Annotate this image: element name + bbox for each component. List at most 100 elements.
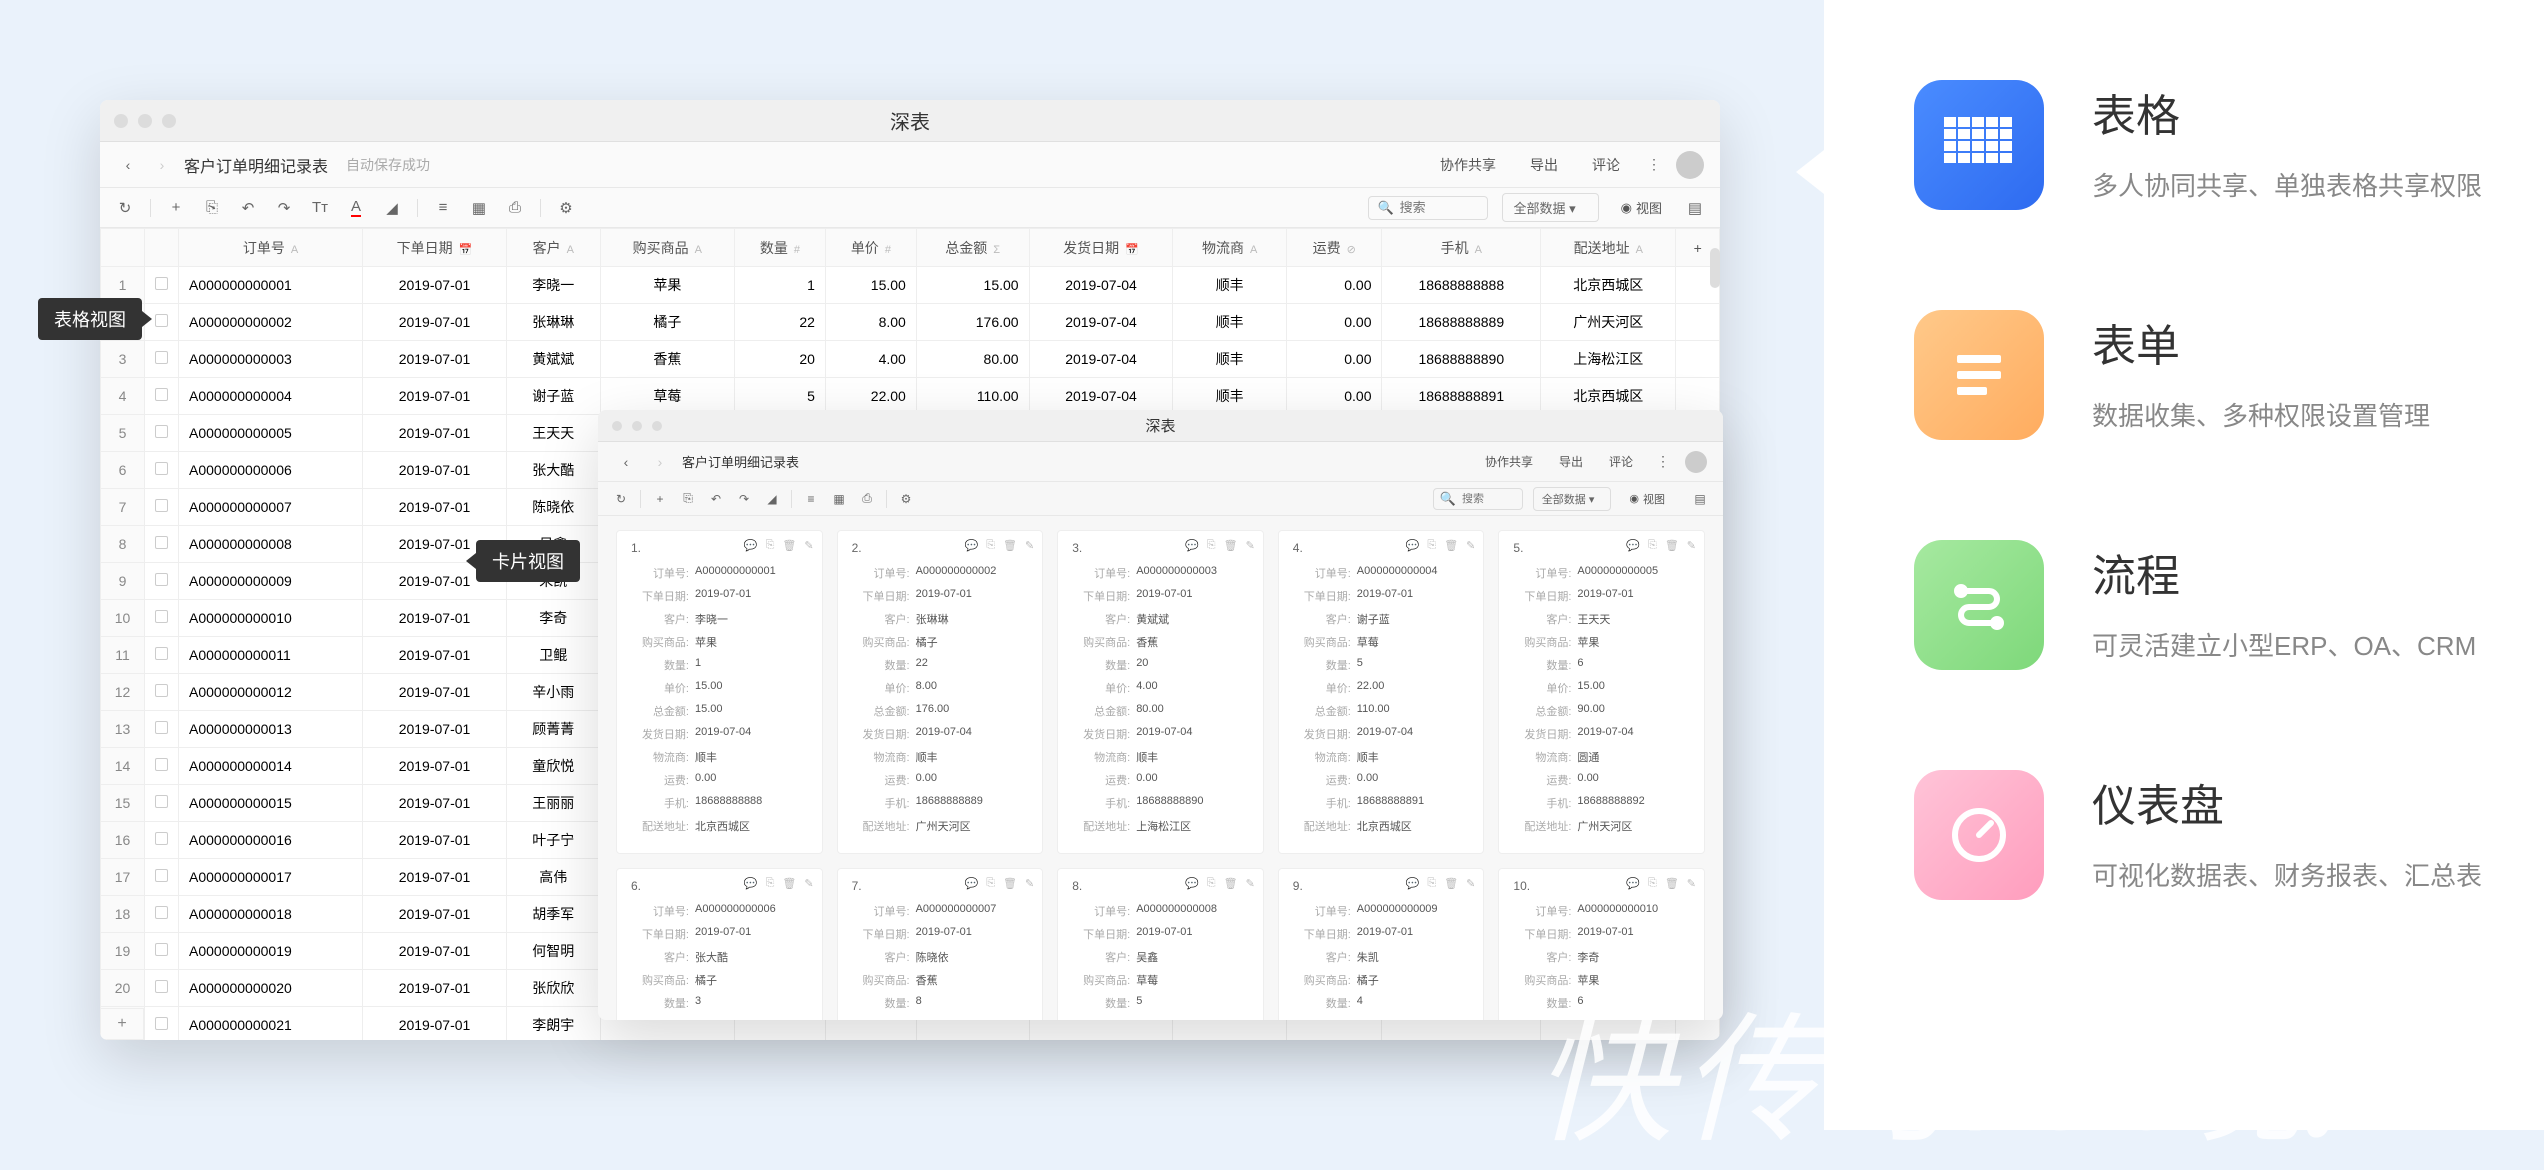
cell-qty[interactable]: 20 (735, 341, 826, 378)
delete-icon[interactable]: 🗑 (1224, 539, 1238, 552)
print-icon[interactable]: ⎙ (504, 197, 526, 219)
data-filter-select[interactable]: 全部数据 ▾ (1533, 487, 1612, 511)
edit-icon[interactable]: ✎ (804, 539, 813, 552)
cell-date[interactable]: 2019-07-01 (363, 896, 507, 933)
row-checkbox[interactable] (145, 822, 179, 859)
cell-date[interactable]: 2019-07-01 (363, 415, 507, 452)
traffic-lights[interactable] (114, 114, 176, 128)
row-checkbox[interactable] (145, 859, 179, 896)
cell-carrier[interactable]: 顺丰 (1173, 378, 1287, 415)
fill-color-icon[interactable]: ◢ (381, 197, 403, 219)
cell-cust[interactable]: 叶子宁 (506, 822, 600, 859)
copy-icon[interactable]: ⎘ (1427, 877, 1436, 890)
row-checkbox[interactable] (145, 378, 179, 415)
cell-qty[interactable]: 5 (735, 378, 826, 415)
feature-dashboard[interactable]: 仪表盘 可视化数据表、财务报表、汇总表 (1914, 770, 2484, 900)
cell-date[interactable]: 2019-07-01 (363, 785, 507, 822)
refresh-icon[interactable]: ↻ (612, 490, 630, 508)
comment-button[interactable]: 评论 (1580, 149, 1632, 181)
copy-icon[interactable]: ⎘ (766, 539, 775, 552)
cell-id[interactable]: A000000000019 (179, 933, 363, 970)
print-icon[interactable]: ⎙ (858, 490, 876, 508)
cell-cust[interactable]: 高伟 (506, 859, 600, 896)
collab-button[interactable]: 协作共享 (1477, 449, 1541, 474)
copy-icon[interactable]: ⎘ (986, 539, 995, 552)
row-checkbox[interactable] (145, 785, 179, 822)
cell-id[interactable]: A000000000009 (179, 563, 363, 600)
table-row[interactable]: 2A0000000000022019-07-01张琳琳橘子228.00176.0… (101, 304, 1720, 341)
row-checkbox[interactable] (145, 341, 179, 378)
row-checkbox[interactable] (145, 563, 179, 600)
edit-icon[interactable]: ✎ (804, 877, 813, 890)
undo-icon[interactable]: ↶ (707, 490, 725, 508)
undo-icon[interactable]: ↶ (237, 197, 259, 219)
nav-back-button[interactable]: ‹ (614, 450, 638, 474)
card-item[interactable]: 💬⎘🗑✎6.订单号:A000000000006下单日期:2019-07-01客户… (616, 868, 823, 1020)
cell-date[interactable]: 2019-07-01 (363, 822, 507, 859)
cell-qty[interactable]: 22 (735, 304, 826, 341)
cell-id[interactable]: A000000000013 (179, 711, 363, 748)
cell-price[interactable]: 15.00 (825, 267, 916, 304)
cell-date[interactable]: 2019-07-01 (363, 859, 507, 896)
scrollbar[interactable] (1710, 248, 1720, 288)
copy-icon[interactable]: ⎘ (1427, 539, 1436, 552)
chat-icon[interactable]: 💬 (964, 539, 978, 552)
cell-cust[interactable]: 张欣欣 (506, 970, 600, 1007)
cell-date[interactable]: 2019-07-01 (363, 304, 507, 341)
column-header[interactable]: 单价# (825, 229, 916, 267)
feature-flow[interactable]: 流程 可灵活建立小型ERP、OA、CRM (1914, 540, 2484, 670)
cell-ship[interactable]: 2019-07-04 (1029, 304, 1173, 341)
row-checkbox[interactable] (145, 674, 179, 711)
delete-icon[interactable]: 🗑 (1665, 539, 1679, 552)
nav-back-button[interactable]: ‹ (116, 153, 140, 177)
more-format-icon[interactable]: ⚙ (555, 197, 577, 219)
add-icon[interactable]: + (651, 490, 669, 508)
feature-table[interactable]: 表格 多人协同共享、单独表格共享权限 (1914, 80, 2484, 210)
card-item[interactable]: 💬⎘🗑✎8.订单号:A000000000008下单日期:2019-07-01客户… (1057, 868, 1264, 1020)
cell-addr[interactable]: 北京西城区 (1541, 378, 1676, 415)
layout-icon[interactable]: ▤ (1684, 197, 1706, 219)
cell-cust[interactable]: 李朗宇 (506, 1007, 600, 1041)
cell-total[interactable]: 80.00 (916, 341, 1029, 378)
row-checkbox[interactable] (145, 452, 179, 489)
column-header[interactable]: 手机A (1382, 229, 1541, 267)
cell-cust[interactable]: 王天天 (506, 415, 600, 452)
chat-icon[interactable]: 💬 (1406, 877, 1420, 890)
column-header[interactable]: 总金额Σ (916, 229, 1029, 267)
column-header[interactable]: 订单号A (179, 229, 363, 267)
chat-icon[interactable]: 💬 (1185, 539, 1199, 552)
layout-icon[interactable]: ▤ (1691, 490, 1709, 508)
cards-area[interactable]: 💬⎘🗑✎1.订单号:A000000000001下单日期:2019-07-01客户… (598, 516, 1723, 1020)
chat-icon[interactable]: 💬 (744, 539, 758, 552)
text-format-icon[interactable]: Tт (309, 197, 331, 219)
column-header[interactable]: 发货日期📅 (1029, 229, 1173, 267)
nav-forward-button[interactable]: › (648, 450, 672, 474)
more-button[interactable]: ⋮ (1642, 153, 1666, 177)
cell-cust[interactable]: 谢子蓝 (506, 378, 600, 415)
column-header[interactable]: 下单日期📅 (363, 229, 507, 267)
cell-id[interactable]: A000000000001 (179, 267, 363, 304)
cell-cust[interactable]: 李晓一 (506, 267, 600, 304)
cell-date[interactable]: 2019-07-01 (363, 489, 507, 526)
fill-color-icon[interactable]: ◢ (763, 490, 781, 508)
row-checkbox[interactable] (145, 896, 179, 933)
text-color-icon[interactable]: A (345, 197, 367, 219)
cell-date[interactable]: 2019-07-01 (363, 378, 507, 415)
copy-icon[interactable]: ⎘ (1207, 539, 1216, 552)
cell-id[interactable]: A000000000016 (179, 822, 363, 859)
copy-icon[interactable]: ⎘ (201, 197, 223, 219)
row-checkbox[interactable] (145, 600, 179, 637)
collab-button[interactable]: 协作共享 (1428, 149, 1508, 181)
table-row[interactable]: 1A0000000000012019-07-01李晓一苹果115.0015.00… (101, 267, 1720, 304)
cell-id[interactable]: A000000000004 (179, 378, 363, 415)
avatar[interactable] (1685, 451, 1707, 473)
cell-cust[interactable]: 张大酷 (506, 452, 600, 489)
data-filter-select[interactable]: 全部数据 ▾ (1502, 193, 1598, 222)
row-checkbox[interactable] (145, 415, 179, 452)
edit-icon[interactable]: ✎ (1466, 877, 1475, 890)
cell-ship[interactable]: 2019-07-04 (1029, 378, 1173, 415)
cell-fee[interactable]: 0.00 (1286, 378, 1382, 415)
row-checkbox[interactable] (145, 748, 179, 785)
more-button[interactable]: ⋮ (1651, 450, 1675, 474)
cell-addr[interactable]: 上海松江区 (1541, 341, 1676, 378)
